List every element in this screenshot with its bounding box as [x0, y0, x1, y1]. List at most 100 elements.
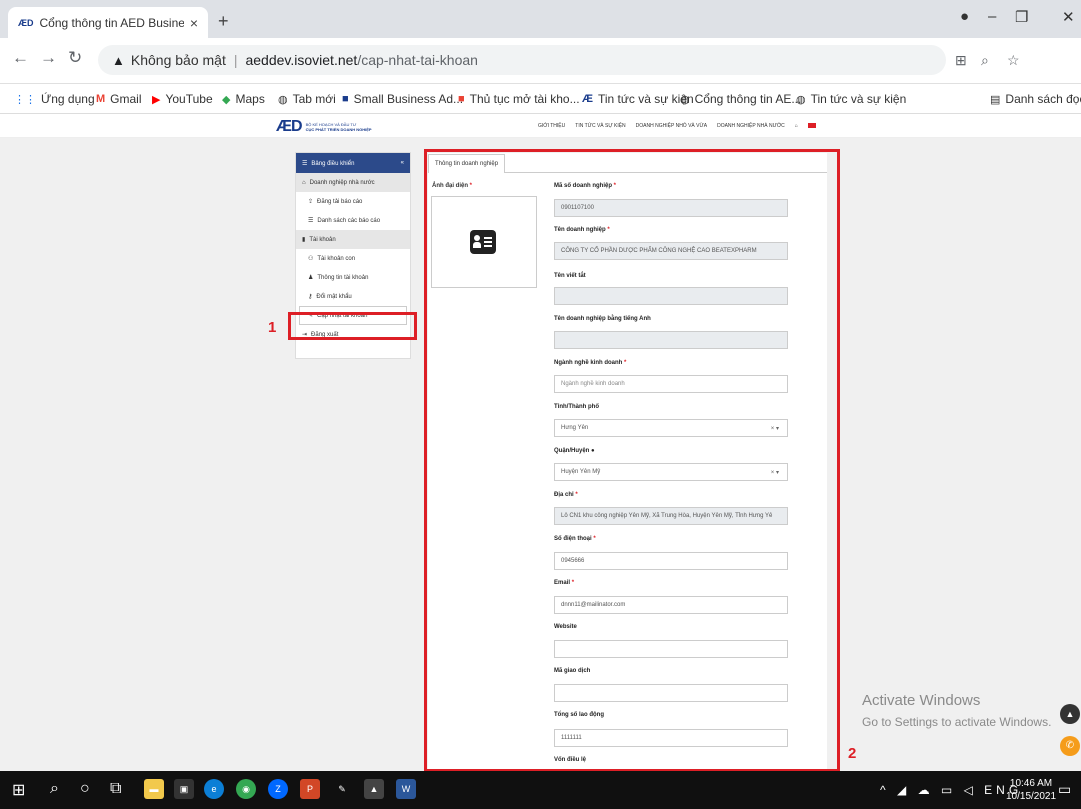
notification-icon[interactable]: ▭	[1058, 781, 1071, 798]
clear-icon[interactable]: ×	[771, 426, 775, 432]
trade-code-field[interactable]	[554, 684, 788, 702]
new-tab-plus-icon[interactable]: +	[218, 11, 229, 32]
industry-field[interactable]: Ngành nghề kinh doanh	[554, 375, 788, 393]
nav-soe[interactable]: DOANH NGHIỆP NHÀ NƯỚC	[717, 123, 785, 129]
window-close-icon[interactable]: ✕	[1062, 8, 1075, 26]
sidebar-item-sub-account[interactable]: ⚇ Tài khoản con	[296, 249, 410, 268]
cortana-icon[interactable]: ○	[80, 780, 90, 798]
address-field[interactable]: Lô CN1 khu công nghiệp Yên Mỹ, Xã Trung …	[554, 507, 788, 525]
url-input[interactable]: ▲ Không bảo mật | aeddev.isoviet.net /ca…	[98, 45, 946, 75]
bookmark-apps[interactable]: ⋮⋮ Ứng dụng	[14, 92, 95, 106]
nav-news[interactable]: TIN TỨC VÀ SỰ KIỆN	[575, 123, 625, 129]
browser-tab[interactable]: ÆD Cổng thông tin AED Business Por ×	[8, 7, 208, 38]
search-icon[interactable]: ⌕	[50, 780, 59, 798]
bookmark-maps[interactable]: ◆ Maps	[222, 92, 265, 106]
paint-icon[interactable]: ✎	[332, 779, 352, 799]
sidebar-section-account[interactable]: ▮ Tài khoản	[296, 230, 410, 249]
trade-code-label: Mã giao dịch	[554, 668, 591, 674]
sidebar-item-update-account[interactable]: ✎ Cập nhật tài khoản	[299, 306, 407, 325]
maps-pin-icon: ◆	[222, 93, 231, 106]
bank-icon[interactable]: ⌂	[795, 123, 798, 129]
avatar-label: Ảnh đại diện *	[432, 183, 473, 189]
edge-icon[interactable]: e	[204, 779, 224, 799]
windows-start-icon[interactable]: ⊞	[12, 780, 25, 800]
file-explorer-icon[interactable]: ▬	[144, 779, 164, 799]
zoom-icon[interactable]: ⌕	[981, 52, 989, 69]
chevron-up-icon[interactable]: ^	[880, 783, 890, 797]
zalo-icon[interactable]: Z	[268, 779, 288, 799]
sidebar-item-report-list[interactable]: ☰ Danh sách các báo cáo	[296, 211, 410, 230]
edit-icon: ✎	[308, 313, 314, 319]
store-icon[interactable]: ▣	[174, 779, 194, 799]
users-icon: ⚇	[308, 256, 314, 262]
powerpoint-icon[interactable]: P	[300, 779, 320, 799]
sidebar-item-upload-report[interactable]: ⇪ Đăng tải báo cáo	[296, 192, 410, 211]
district-select[interactable]: Huyện Yên Mỹ × ▾	[554, 463, 788, 481]
chrome-icon[interactable]: ◉	[236, 779, 256, 799]
url-path: /cap-nhat-tai-khoan	[357, 52, 478, 68]
tab-business-info[interactable]: Thông tin doanh nghiệp	[428, 154, 506, 173]
bookmark-news-2[interactable]: ◍ Tin tức và sự kiện	[796, 92, 906, 106]
task-view-icon[interactable]: ⧉	[110, 780, 121, 798]
business-name-field[interactable]: CÔNG TY CỔ PHẦN DƯỢC PHẨM CÔNG NGHỆ CAO …	[554, 242, 788, 260]
reload-icon[interactable]: ↻	[68, 48, 82, 68]
sidebar-header[interactable]: ☰ Bảng điều khiển «	[296, 153, 410, 173]
site-logo[interactable]: ÆD BỘ KẾ HOẠCH VÀ ĐẦU TƯ CỤC PHÁT TRIỂN D…	[276, 118, 376, 136]
nav-sme[interactable]: DOANH NGHIỆP NHỎ VÀ VỪA	[636, 123, 707, 129]
profile-dot-icon[interactable]: ●	[960, 8, 969, 25]
bookmark-account-procedure[interactable]: ■ Thủ tục mở tài kho...	[458, 92, 580, 106]
youtube-icon: ▶	[152, 93, 161, 106]
bookmark-new-tab[interactable]: ◍ Tab mới	[278, 92, 336, 106]
globe-icon: ◍	[680, 93, 690, 106]
tax-code-label: Mã số doanh nghiệp *	[554, 183, 617, 189]
abbreviation-field[interactable]	[554, 287, 788, 305]
bookmark-youtube[interactable]: ▶ YouTube	[152, 92, 213, 106]
tax-code-field[interactable]: 0901107100	[554, 199, 788, 217]
sidebar-section-soe[interactable]: ⌂ Doanh nghiệp nhà nước	[296, 173, 410, 192]
email-field[interactable]: dnnn11@mailinator.com	[554, 596, 788, 614]
translate-icon[interactable]: ⊞	[955, 52, 967, 69]
forward-arrow-icon[interactable]: →	[40, 48, 57, 68]
back-arrow-icon[interactable]: ←	[12, 48, 29, 68]
chevron-down-icon[interactable]: ▾	[776, 426, 779, 432]
sidebar-item-change-password[interactable]: ⚷ Đổi mật khẩu	[296, 287, 410, 306]
phone-label: Số điện thoại *	[554, 536, 596, 542]
star-icon[interactable]: ☆	[1007, 52, 1020, 69]
nav-about[interactable]: GIỚI THIỆU	[538, 123, 565, 129]
bookmark-news-1[interactable]: Æ Tin tức và sự kiện	[582, 92, 694, 106]
battery-icon[interactable]: ▭	[941, 783, 956, 797]
labor-field[interactable]: 1111111	[554, 729, 788, 747]
taskbar-clock[interactable]: 10:46 AM 10/15/2021	[1006, 777, 1056, 803]
sidebar-item-account-info[interactable]: ♟ Thông tin tài khoản	[296, 268, 410, 287]
scroll-up-icon[interactable]: ▲	[1060, 704, 1080, 724]
speaker-icon[interactable]: ◁	[964, 783, 977, 797]
vn-flag-icon[interactable]	[807, 123, 816, 128]
business-name-label: Tên doanh nghiệp *	[554, 227, 610, 233]
bookmark-small-business[interactable]: ■ Small Business Ad...	[342, 92, 463, 106]
minimize-icon[interactable]: –	[988, 8, 996, 25]
globe-icon: ◍	[278, 93, 288, 106]
sidebar: ☰ Bảng điều khiển « ⌂ Doanh nghiệp nhà nướ…	[295, 152, 411, 359]
phone-field[interactable]: 0945666	[554, 552, 788, 570]
english-name-field[interactable]	[554, 331, 788, 349]
bookmark-gmail[interactable]: M Gmail	[96, 92, 142, 106]
collapse-icon[interactable]: «	[401, 160, 404, 166]
onedrive-icon[interactable]: ☁	[918, 783, 934, 797]
tab-strip: Thông tin doanh nghiệp	[428, 153, 827, 173]
bookmarks-bar: ⋮⋮ Ứng dụng M Gmail ▶ YouTube ◆ Maps ◍ Tab mớ…	[0, 84, 1081, 114]
website-field[interactable]	[554, 640, 788, 658]
phone-call-icon[interactable]: ✆	[1060, 736, 1080, 756]
close-icon[interactable]: ×	[190, 15, 198, 31]
reading-list[interactable]: ▤ Danh sách đọc	[990, 92, 1081, 106]
chevron-down-icon[interactable]: ▾	[776, 470, 779, 476]
photos-icon[interactable]: ▲	[364, 779, 384, 799]
annotation-number-1: 1	[268, 319, 277, 336]
word-icon[interactable]: W	[396, 779, 416, 799]
restore-icon[interactable]: ❐	[1015, 8, 1028, 26]
province-select[interactable]: Hưng Yên × ▾	[554, 419, 788, 437]
bookmark-aed-portal[interactable]: ◍ Cổng thông tin AE...	[680, 92, 801, 106]
clear-icon[interactable]: ×	[771, 470, 775, 476]
sidebar-item-logout[interactable]: ⇥ Đăng xuất	[296, 325, 410, 344]
network-icon[interactable]: ◢	[897, 783, 910, 797]
abbreviation-label: Tên viết tắt	[554, 273, 586, 279]
